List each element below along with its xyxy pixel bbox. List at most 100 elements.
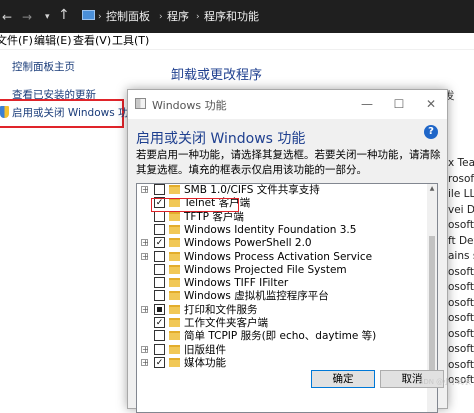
menu-edit[interactable]: 编辑(E) [34, 34, 72, 48]
program-list-item[interactable]: ains s. [448, 250, 474, 263]
menu-tools[interactable]: 工具(T) [112, 34, 149, 48]
program-list-item[interactable]: osoft C [448, 359, 474, 372]
feature-row[interactable]: Windows TIFF IFilter [137, 276, 427, 290]
watermark: CSDN @小小码农 [414, 378, 472, 386]
expand-icon[interactable]: + [141, 358, 149, 366]
scroll-up-icon[interactable]: ▲ [427, 184, 437, 194]
program-list-item[interactable]: osoft C [448, 343, 474, 356]
feature-label: Windows Identity Foundation 3.5 [184, 223, 357, 236]
feature-label: Windows Projected File System [184, 263, 347, 276]
folder-icon [169, 238, 180, 248]
folder-icon [169, 211, 180, 221]
sidebar-link-windows-features[interactable]: 启用或关闭 Windows 功能 [12, 106, 139, 120]
feature-checkbox[interactable] [154, 277, 165, 289]
program-list-item[interactable]: osoft C [448, 312, 474, 325]
program-list-item[interactable]: x Tea [448, 157, 474, 170]
feature-checkbox[interactable] [154, 290, 165, 302]
folder-icon [169, 264, 180, 274]
program-list-item[interactable]: osoft [448, 219, 474, 232]
expand-icon[interactable]: + [141, 186, 149, 194]
shield-icon [0, 106, 9, 118]
feature-row[interactable]: + 打印和文件服务 [137, 303, 427, 317]
feature-checkbox[interactable] [154, 184, 165, 195]
breadcrumb-control-panel[interactable]: 控制面板 [106, 10, 150, 24]
back-arrow-icon[interactable]: ← [2, 10, 12, 24]
feature-label: 打印和文件服务 [184, 303, 258, 316]
feature-row[interactable]: ✓ 工作文件夹客户端 [137, 316, 427, 330]
folder-icon [169, 304, 180, 314]
feature-row[interactable]: + SMB 1.0/CIFS 文件共享支持 [137, 184, 427, 197]
expand-icon[interactable]: + [141, 305, 149, 313]
feature-label: Windows Process Activation Service [184, 250, 373, 263]
minimize-icon[interactable]: — [357, 96, 377, 112]
breadcrumb-separator-icon: › [196, 12, 200, 22]
program-list-item[interactable]: vei De [448, 204, 474, 217]
feature-label: 简单 TCPIP 服务(即 echo、daytime 等) [184, 330, 377, 343]
program-list-item[interactable]: ft Dev [448, 235, 474, 248]
feature-checkbox[interactable] [154, 303, 165, 315]
feature-row[interactable]: + ✓ 媒体功能 [137, 356, 427, 370]
help-icon[interactable]: ? [424, 125, 438, 139]
feature-checkbox[interactable]: ✓ [154, 317, 165, 328]
forward-arrow-icon[interactable]: → [22, 10, 32, 24]
expand-icon[interactable]: + [141, 252, 149, 260]
feature-checkbox[interactable]: ✓ [154, 356, 165, 368]
feature-label: Windows 虚拟机监控程序平台 [184, 290, 329, 303]
expand-icon[interactable]: + [141, 239, 149, 247]
folder-icon [169, 224, 180, 234]
feature-row[interactable]: 简单 TCPIP 服务(即 echo、daytime 等) [137, 329, 427, 343]
windows-features-dialog: Windows 功能 — ☐ ✕ 启用或关闭 Windows 功能 ? 若要启用… [127, 89, 448, 413]
folder-icon [169, 357, 180, 367]
folder-icon [169, 318, 180, 327]
dialog-description: 若要启用一种功能，请选择其复选框。若要关闭一种功能，请清除其复选框。填充的框表示… [136, 149, 441, 176]
feature-checkbox[interactable] [154, 250, 165, 262]
ok-button[interactable]: 确定 [311, 370, 375, 388]
feature-label: Windows PowerShell 2.0 [184, 237, 312, 250]
maximize-icon[interactable]: ☐ [389, 96, 409, 112]
folder-icon [169, 185, 180, 194]
menu-bar: 文件(F) 编辑(E) 查看(V) 工具(T) [0, 33, 474, 50]
feature-label: SMB 1.0/CIFS 文件共享支持 [184, 184, 320, 196]
feature-row[interactable]: + ✓ Windows PowerShell 2.0 [137, 236, 427, 250]
breadcrumb-programs-features[interactable]: 程序和功能 [204, 10, 259, 24]
feature-row[interactable]: Windows 虚拟机监控程序平台 [137, 289, 427, 303]
page-title: 卸载或更改程序 [171, 68, 263, 83]
program-list-item[interactable]: osoft C [448, 266, 474, 279]
dialog-titlebar[interactable]: Windows 功能 — ☐ ✕ [128, 90, 447, 119]
feature-row[interactable]: + Windows Process Activation Service [137, 250, 427, 264]
folder-icon [169, 251, 180, 261]
recent-locations-chevron-icon[interactable]: ▾ [45, 10, 50, 24]
feature-label: 旧版组件 [184, 343, 226, 356]
feature-checkbox[interactable] [154, 263, 165, 275]
program-list-item[interactable]: osoft C [448, 281, 474, 294]
feature-checkbox[interactable] [154, 223, 165, 235]
feature-label: 工作文件夹客户端 [184, 317, 268, 329]
feature-label: 媒体功能 [184, 356, 226, 369]
menu-view[interactable]: 查看(V) [73, 34, 111, 48]
breadcrumb-separator-icon: › [159, 12, 163, 22]
folder-icon [169, 331, 180, 341]
sidebar-link-home[interactable]: 控制面板主页 [12, 60, 75, 74]
close-icon[interactable]: ✕ [421, 96, 441, 112]
program-list-item[interactable]: osoft C [448, 297, 474, 310]
folder-icon [169, 278, 180, 288]
highlight-box [151, 198, 239, 212]
breadcrumb-separator-icon: › [98, 12, 102, 22]
feature-checkbox[interactable] [154, 343, 165, 355]
feature-checkbox[interactable]: ✓ [154, 237, 165, 249]
feature-checkbox[interactable] [154, 210, 165, 222]
feature-row[interactable]: + 旧版组件 [137, 343, 427, 357]
scrollbar-thumb[interactable] [429, 236, 435, 372]
expand-icon[interactable]: + [141, 345, 149, 353]
breadcrumb-programs[interactable]: 程序 [167, 10, 189, 24]
feature-row[interactable]: Windows Projected File System [137, 263, 427, 277]
control-panel-icon [82, 10, 95, 20]
menu-file[interactable]: 文件(F) [0, 34, 33, 48]
dialog-title: Windows 功能 [152, 99, 227, 112]
feature-row[interactable]: Windows Identity Foundation 3.5 [137, 223, 427, 237]
program-list-item[interactable]: rosoft [448, 173, 474, 186]
program-list-item[interactable]: ile LLC [448, 188, 474, 201]
feature-checkbox[interactable] [154, 330, 165, 342]
program-list-item[interactable]: osoft C [448, 328, 474, 341]
up-arrow-icon[interactable]: ↑ [58, 8, 70, 22]
